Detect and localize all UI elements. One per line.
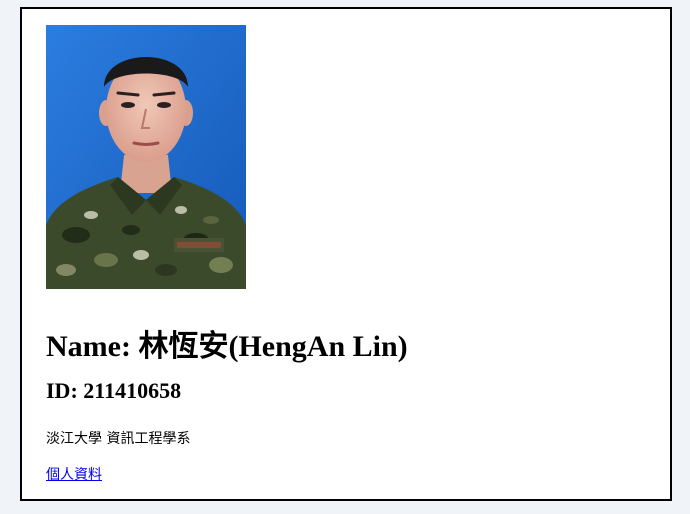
profile-photo xyxy=(46,25,246,289)
department-text: 淡江大學 資訊工程學系 xyxy=(46,431,191,447)
id-value: 211410658 xyxy=(83,378,182,403)
profile-card: Name: 林恆安(HengAn Lin) ID: 211410658 淡江大學… xyxy=(20,7,672,501)
name-label: Name: xyxy=(46,330,131,363)
id-label: ID: xyxy=(46,378,78,403)
name-value: 林恆安(HengAn Lin) xyxy=(138,330,408,363)
personal-info-link[interactable]: 個人資料 xyxy=(46,464,102,484)
profile-id: ID: 211410658 xyxy=(46,378,181,404)
profile-name: Name: 林恆安(HengAn Lin) xyxy=(46,321,408,365)
